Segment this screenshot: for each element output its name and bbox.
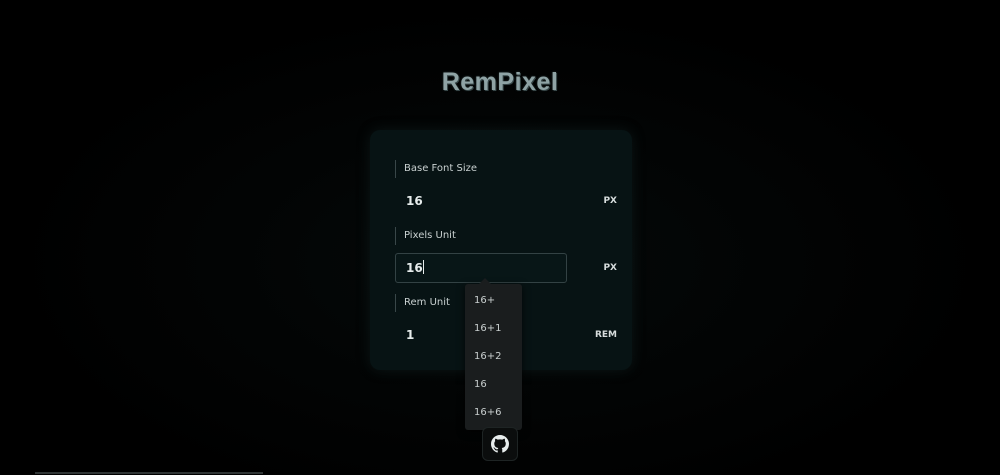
base-font-size-label: Base Font Size	[395, 160, 477, 178]
text-caret	[422, 260, 424, 274]
github-link-button[interactable]	[482, 427, 518, 461]
suggestion-item[interactable]: 16	[474, 377, 487, 393]
base-font-size-input[interactable]: 16	[395, 186, 567, 216]
pixels-unit-unit: PX	[603, 263, 617, 273]
suggestion-item[interactable]: 16+1	[474, 321, 501, 337]
base-font-size-unit: PX	[603, 196, 617, 206]
rem-unit-value: 1	[406, 328, 415, 342]
pixels-unit-label: Pixels Unit	[395, 227, 456, 245]
rem-unit-unit: REM	[594, 330, 617, 340]
suggestion-item[interactable]: 16+2	[474, 349, 501, 365]
bottom-divider	[35, 472, 263, 474]
pixels-unit-value: 16	[406, 261, 423, 275]
github-icon	[491, 435, 509, 453]
rem-unit-label: Rem Unit	[395, 294, 450, 312]
base-font-size-value: 16	[406, 194, 423, 208]
suggestion-item[interactable]: 16+6	[474, 405, 501, 421]
suggestion-item[interactable]: 16+	[474, 293, 495, 309]
suggestion-dropdown: 16+ 16+1 16+2 16 16+6	[465, 278, 522, 430]
app-title: RemPixel	[441, 68, 559, 96]
page: RemPixel Base Font Size 16 PX Pixels Uni…	[0, 0, 1000, 475]
